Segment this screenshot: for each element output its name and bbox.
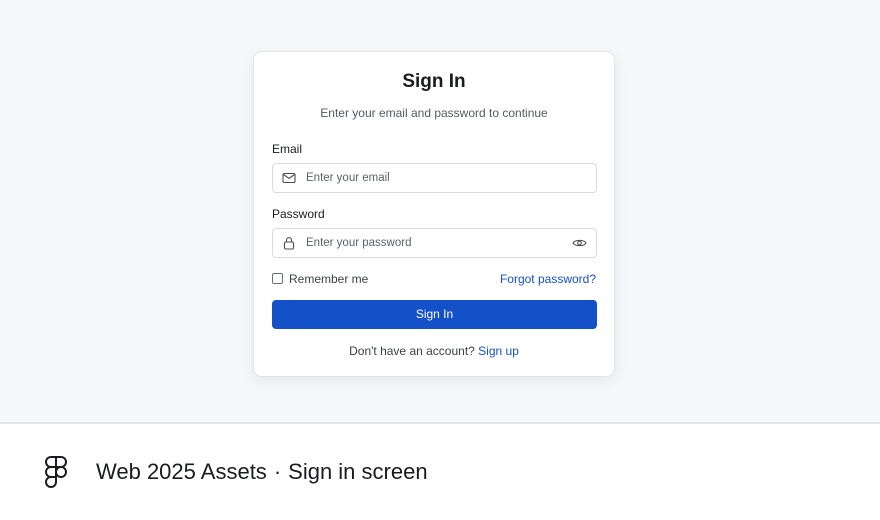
canvas-area: Sign In Enter your email and password to…	[0, 0, 880, 422]
password-placeholder: Enter your password	[306, 237, 412, 249]
forgot-password-link[interactable]: Forgot password?	[500, 272, 596, 286]
project-name: Web 2025 Assets	[96, 459, 267, 484]
signin-card: Sign In Enter your email and password to…	[253, 51, 615, 377]
screen-name: Sign in screen	[288, 459, 428, 484]
signup-prompt-text: Don't have an account?	[349, 344, 475, 358]
password-field[interactable]: Enter your password	[272, 228, 597, 258]
caption-separator: ·	[273, 459, 282, 484]
signup-link[interactable]: Sign up	[478, 344, 519, 358]
file-caption: Web 2025 Assets · Sign in screen	[96, 459, 428, 485]
signin-title: Sign In	[402, 71, 466, 92]
mail-icon	[282, 172, 296, 184]
signin-button[interactable]: Sign In	[272, 300, 597, 329]
eye-icon[interactable]	[572, 236, 587, 250]
figma-logo-icon	[45, 456, 67, 488]
remember-checkbox[interactable]	[272, 273, 283, 284]
signup-prompt: Don't have an account? Sign up	[254, 344, 614, 358]
email-label: Email	[272, 142, 303, 156]
lock-icon	[283, 237, 295, 250]
remember-label: Remember me	[289, 272, 369, 286]
email-field[interactable]: Enter your email	[272, 163, 597, 193]
password-label: Password	[272, 207, 325, 221]
divider	[0, 422, 880, 424]
email-placeholder: Enter your email	[306, 172, 390, 184]
signin-subtitle: Enter your email and password to continu…	[320, 106, 548, 120]
